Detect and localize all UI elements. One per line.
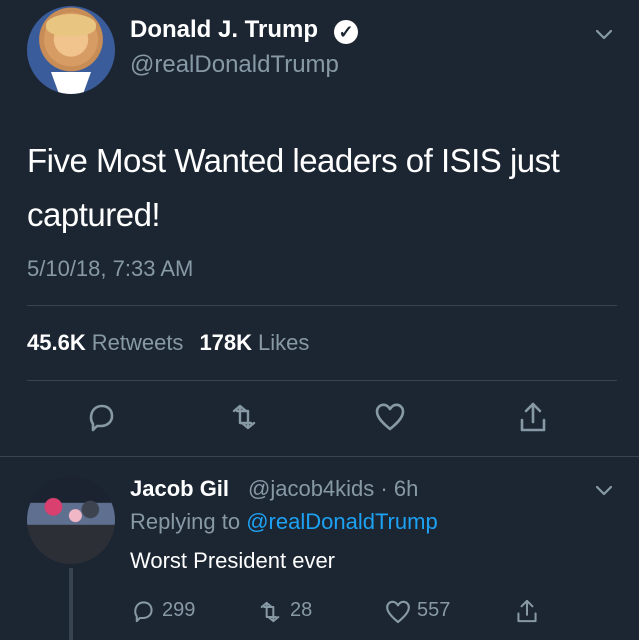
author-name[interactable]: Donald J. Trump <box>130 16 318 44</box>
tweet-text-line-2: captured! <box>27 196 161 233</box>
heart-icon[interactable] <box>372 399 408 435</box>
verified-badge-icon: ✓ <box>334 20 358 44</box>
retweet-icon[interactable] <box>255 597 285 627</box>
divider <box>27 305 617 306</box>
engagement-stats: 45.6K Retweets 178K Likes <box>27 330 325 356</box>
chevron-down-icon[interactable] <box>594 24 614 44</box>
author-avatar[interactable] <box>27 6 115 94</box>
likes-count[interactable]: 178K <box>199 330 252 355</box>
reply-author-name[interactable]: Jacob Gil <box>130 476 229 502</box>
share-icon[interactable] <box>515 399 551 435</box>
share-icon[interactable] <box>513 597 541 625</box>
retweet-icon[interactable] <box>226 399 262 435</box>
reply-icon[interactable] <box>129 597 157 625</box>
reply-handle-text[interactable]: @jacob4kids <box>248 476 374 501</box>
retweets-label[interactable]: Retweets <box>92 330 184 355</box>
tweet-text-line-1: Five Most Wanted leaders of ISIS just <box>27 142 560 179</box>
reply-text: Worst President ever <box>130 548 336 573</box>
tweet-timestamp[interactable]: 5/10/18, 7:33 AM <box>27 256 193 282</box>
replying-to-link[interactable]: @realDonaldTrump <box>246 509 437 534</box>
heart-icon[interactable] <box>383 597 413 627</box>
chevron-down-icon[interactable] <box>594 480 614 500</box>
tweet-text: Five Most Wanted leaders of ISIS just ca… <box>27 134 617 242</box>
likes-label[interactable]: Likes <box>258 330 309 355</box>
thread-line <box>69 568 73 640</box>
reply-like-count[interactable]: 557 <box>417 599 450 622</box>
divider <box>27 380 617 381</box>
replying-to-line: Replying to @realDonaldTrump <box>130 509 438 535</box>
reply-time[interactable]: 6h <box>394 476 418 501</box>
retweets-count[interactable]: 45.6K <box>27 330 86 355</box>
reply-author-handle[interactable]: @jacob4kids · 6h <box>248 476 418 502</box>
reply-count[interactable]: 299 <box>162 599 195 622</box>
divider <box>0 456 639 457</box>
reply-icon[interactable] <box>83 399 119 435</box>
replying-prefix: Replying to <box>130 509 241 534</box>
time-separator: · <box>380 476 388 501</box>
reply-retweet-count[interactable]: 28 <box>290 599 312 622</box>
author-handle[interactable]: @realDonaldTrump <box>130 51 339 79</box>
reply-author-avatar[interactable] <box>27 476 115 564</box>
